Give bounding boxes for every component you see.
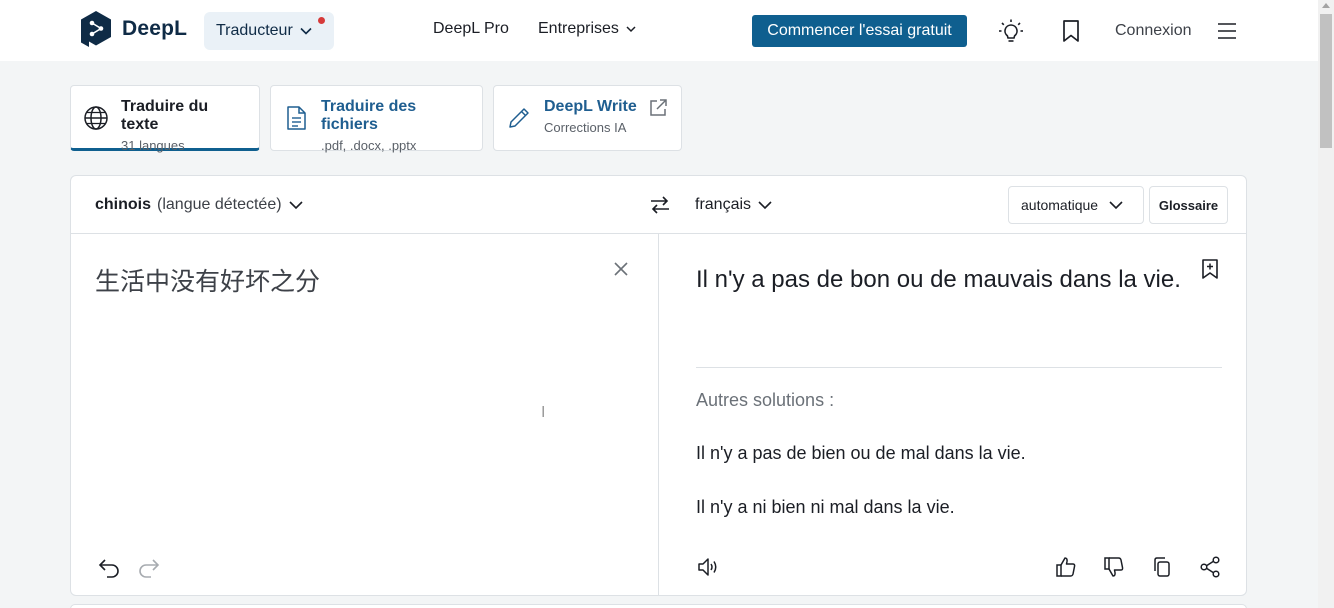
chevron-down-icon (758, 201, 772, 210)
bookmark-add-icon[interactable] (1201, 258, 1219, 280)
alternatives-divider (696, 367, 1222, 368)
tab-title: Traduire du texte (121, 98, 209, 133)
external-link-icon (650, 99, 667, 116)
undo-icon[interactable] (97, 556, 121, 578)
source-text-input[interactable]: 生活中没有好坏之分 (95, 262, 320, 298)
share-icon[interactable] (1198, 555, 1222, 579)
language-bar: chinois (langue détectée) français autom… (71, 176, 1246, 234)
chevron-down-icon (300, 27, 312, 35)
deepl-logo[interactable]: DeepL (80, 10, 187, 48)
copy-icon[interactable] (1150, 555, 1174, 579)
lightbulb-icon[interactable] (998, 17, 1024, 45)
tab-translate-files[interactable]: Traduire des fichiers .pdf, .docx, .pptx (270, 85, 483, 153)
source-language-select[interactable]: chinois (langue détectée) (95, 196, 304, 214)
tab-subtitle: Corrections IA (544, 120, 627, 135)
thumbs-down-icon[interactable] (1102, 555, 1126, 579)
text-cursor-icon: I (541, 404, 546, 421)
hamburger-menu-icon[interactable] (1214, 17, 1240, 45)
chevron-down-icon (626, 26, 636, 33)
nav-entreprises-label: Entreprises (538, 20, 619, 37)
tab-title: Traduire des fichiers (321, 98, 417, 133)
globe-icon (84, 106, 108, 130)
start-free-trial-button[interactable]: Commencer l'essai gratuit (752, 15, 967, 47)
alternative-translation[interactable]: Il n'y a pas de bien ou de mal dans la v… (696, 443, 1026, 464)
nav-entreprises[interactable]: Entreprises (538, 20, 637, 38)
deepl-logo-icon (81, 11, 111, 47)
nav-deepl-pro-label: DeepL Pro (433, 20, 509, 37)
thumbs-up-icon[interactable] (1054, 555, 1078, 579)
translation-output: Il n'y a pas de bon ou de mauvais dans l… (696, 266, 1181, 293)
target-language-name: français (695, 196, 752, 213)
swap-languages-icon[interactable] (648, 194, 672, 216)
target-language-select[interactable]: français (695, 196, 773, 214)
close-icon[interactable] (612, 260, 630, 278)
chevron-down-icon (1109, 201, 1123, 210)
nav-deepl-pro[interactable]: DeepL Pro (433, 20, 509, 38)
scrollbar-thumb[interactable] (1320, 14, 1332, 148)
source-language-name: chinois (95, 196, 152, 213)
redo-icon[interactable] (137, 556, 161, 578)
notification-dot (318, 17, 325, 24)
tab-subtitle: 31 langues (121, 138, 185, 153)
bookmark-icon[interactable] (1058, 17, 1084, 45)
speaker-icon[interactable] (696, 555, 720, 579)
next-section-card (70, 604, 1247, 608)
brand-name: DeepL (122, 17, 188, 40)
translator-panel: chinois (langue détectée) français autom… (70, 175, 1247, 596)
tab-translate-text[interactable]: Traduire du texte 31 langues (70, 85, 260, 153)
login-link[interactable]: Connexion (1115, 22, 1192, 40)
translator-label: Traducteur (216, 22, 293, 39)
pencil-icon (509, 108, 529, 128)
document-icon (287, 106, 306, 130)
glossary-button[interactable]: Glossaire (1149, 186, 1228, 224)
chevron-down-icon (288, 201, 303, 210)
tab-deepl-write[interactable]: DeepL Write Corrections IA (493, 85, 682, 151)
alternatives-heading: Autres solutions : (696, 390, 835, 410)
formality-select[interactable]: automatique (1008, 186, 1144, 224)
panel-divider (658, 234, 659, 596)
detected-label: (langue détectée) (157, 196, 282, 213)
top-header: DeepL Traducteur DeepL Pro Entreprises C… (0, 0, 1318, 61)
translator-menu-button[interactable]: Traducteur (204, 12, 334, 50)
formality-value: automatique (1021, 197, 1099, 213)
tab-subtitle: .pdf, .docx, .pptx (321, 138, 417, 153)
alternative-translation[interactable]: Il n'y a ni bien ni mal dans la vie. (696, 497, 955, 518)
scroll-up-arrow-icon[interactable] (1322, 3, 1330, 8)
